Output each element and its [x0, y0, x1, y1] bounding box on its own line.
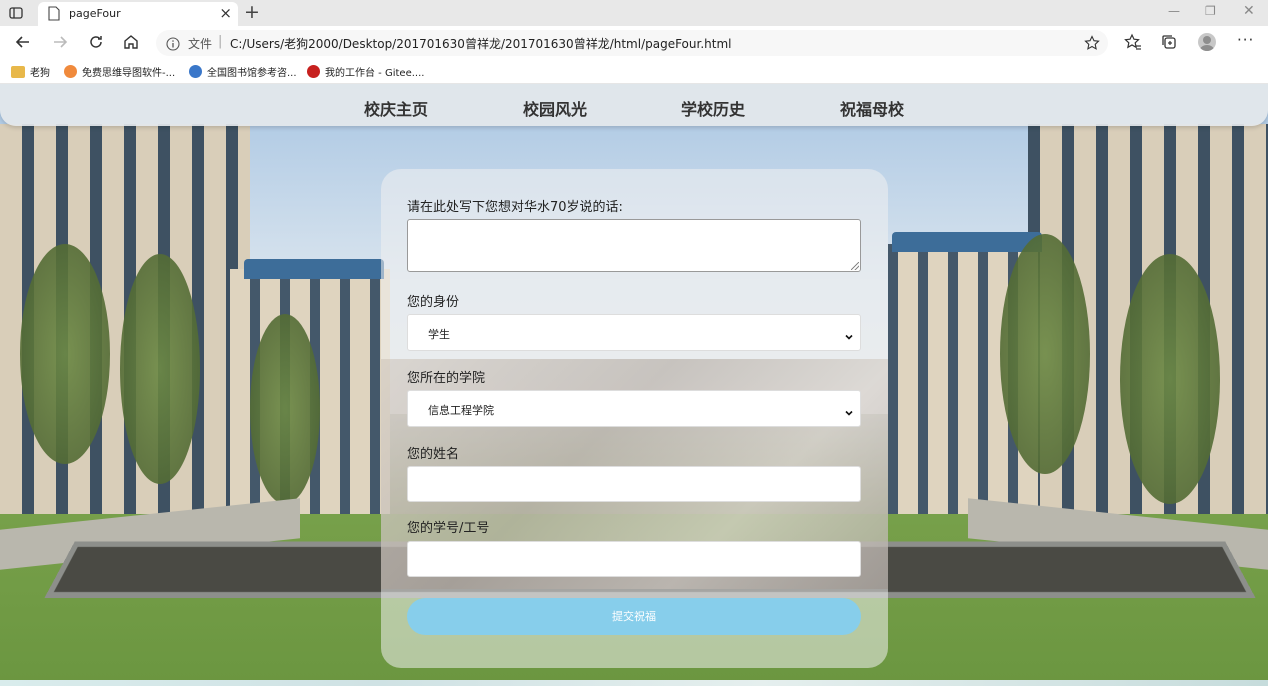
tab-strip: pageFour × + — ❐ ✕ [0, 0, 1268, 26]
url-scheme-label: 文件 [188, 37, 213, 51]
background-roof-right [892, 232, 1042, 252]
message-label: 请在此处写下您想对华水70岁说的话: [407, 200, 623, 215]
site-nav: 校庆主页 校园风光 学校历史 祝福母校 [0, 84, 1268, 126]
url-text[interactable]: C:/Users/老狗2000/Desktop/201701630曾祥龙/201… [230, 35, 732, 52]
resize-handle[interactable] [851, 262, 859, 270]
bookmark-item[interactable]: 全国图书馆参考咨... [189, 64, 297, 80]
name-label: 您的姓名 [407, 447, 460, 462]
url-separator: | [218, 34, 223, 49]
chevron-down-icon [844, 327, 854, 340]
submit-button[interactable]: 提交祝福 [407, 598, 861, 635]
identity-value: 学生 [428, 328, 450, 341]
identity-select[interactable]: 学生 [407, 314, 861, 351]
page-icon [48, 6, 60, 21]
bookmark-label: 免费思维导图软件-... [82, 68, 176, 79]
restore-button[interactable]: ❐ [1205, 4, 1216, 18]
background-tree [250, 314, 320, 504]
url-bar[interactable]: 文件 | C:/Users/老狗2000/Desktop/201701630曾祥… [156, 30, 1108, 56]
nav-link-history[interactable]: 学校历史 [681, 96, 745, 120]
bookmark-label: 我的工作台 - Gitee.... [325, 68, 425, 79]
college-select[interactable]: 信息工程学院 [407, 390, 861, 427]
collections-icon[interactable] [1160, 33, 1178, 51]
bookmark-item[interactable]: 免费思维导图软件-... [64, 64, 175, 80]
forward-icon[interactable] [51, 33, 69, 51]
new-tab-button[interactable]: + [244, 2, 260, 22]
home-icon[interactable] [122, 33, 140, 51]
address-bar-row: 文件 | C:/Users/老狗2000/Desktop/201701630曾祥… [0, 26, 1268, 59]
more-menu-icon[interactable]: ··· [1237, 31, 1254, 49]
bookmark-item[interactable]: 老狗 [11, 64, 50, 80]
close-tab-icon[interactable]: × [219, 5, 232, 21]
minimize-button[interactable]: — [1168, 4, 1180, 18]
profile-avatar[interactable] [1198, 33, 1216, 51]
nav-link-scenery[interactable]: 校园风光 [523, 96, 587, 120]
id-input[interactable] [407, 541, 861, 577]
identity-label: 您的身份 [407, 295, 460, 310]
gitee-icon [307, 65, 320, 78]
chevron-down-icon [844, 403, 854, 416]
college-value: 信息工程学院 [428, 404, 494, 417]
background-tree [1120, 254, 1220, 504]
browser-tab[interactable]: pageFour × [38, 2, 238, 26]
add-favorite-icon[interactable] [1084, 35, 1100, 51]
bookmarks-bar: 老狗 免费思维导图软件-... 全国图书馆参考咨... 我的工作台 - Gite… [0, 59, 1268, 84]
library-site-icon [189, 65, 202, 78]
bookmark-label: 老狗 [30, 68, 50, 79]
back-icon[interactable] [14, 33, 32, 51]
background-tree [1000, 234, 1090, 474]
bookmark-item[interactable]: 我的工作台 - Gitee.... [307, 64, 424, 80]
favorites-icon[interactable] [1124, 33, 1142, 51]
id-label: 您的学号/工号 [407, 521, 490, 536]
close-window-button[interactable]: ✕ [1243, 3, 1255, 19]
nav-link-home[interactable]: 校庆主页 [364, 96, 428, 120]
bookmark-label: 全国图书馆参考咨... [207, 68, 297, 79]
background-roof-left [244, 259, 384, 279]
name-input[interactable] [407, 466, 861, 502]
college-label: 您所在的学院 [407, 371, 486, 386]
info-icon[interactable] [166, 36, 180, 51]
tab-title: pageFour [69, 7, 121, 20]
taskbar-edge [0, 680, 1268, 686]
nav-link-blessing[interactable]: 祝福母校 [840, 96, 904, 120]
message-textarea[interactable] [407, 219, 861, 272]
mindmap-site-icon [64, 65, 77, 78]
background-tree [120, 254, 200, 484]
page-viewport: 校庆主页 校园风光 学校历史 祝福母校 请在此处写下您想对华水70岁说的话: 您… [0, 84, 1268, 686]
folder-icon [11, 66, 25, 78]
refresh-icon[interactable] [87, 33, 105, 51]
background-tree [20, 244, 110, 464]
blessing-form: 请在此处写下您想对华水70岁说的话: 您的身份 学生 您所在的学院 信息工程学院… [381, 169, 888, 668]
tab-actions-icon[interactable] [8, 5, 24, 21]
